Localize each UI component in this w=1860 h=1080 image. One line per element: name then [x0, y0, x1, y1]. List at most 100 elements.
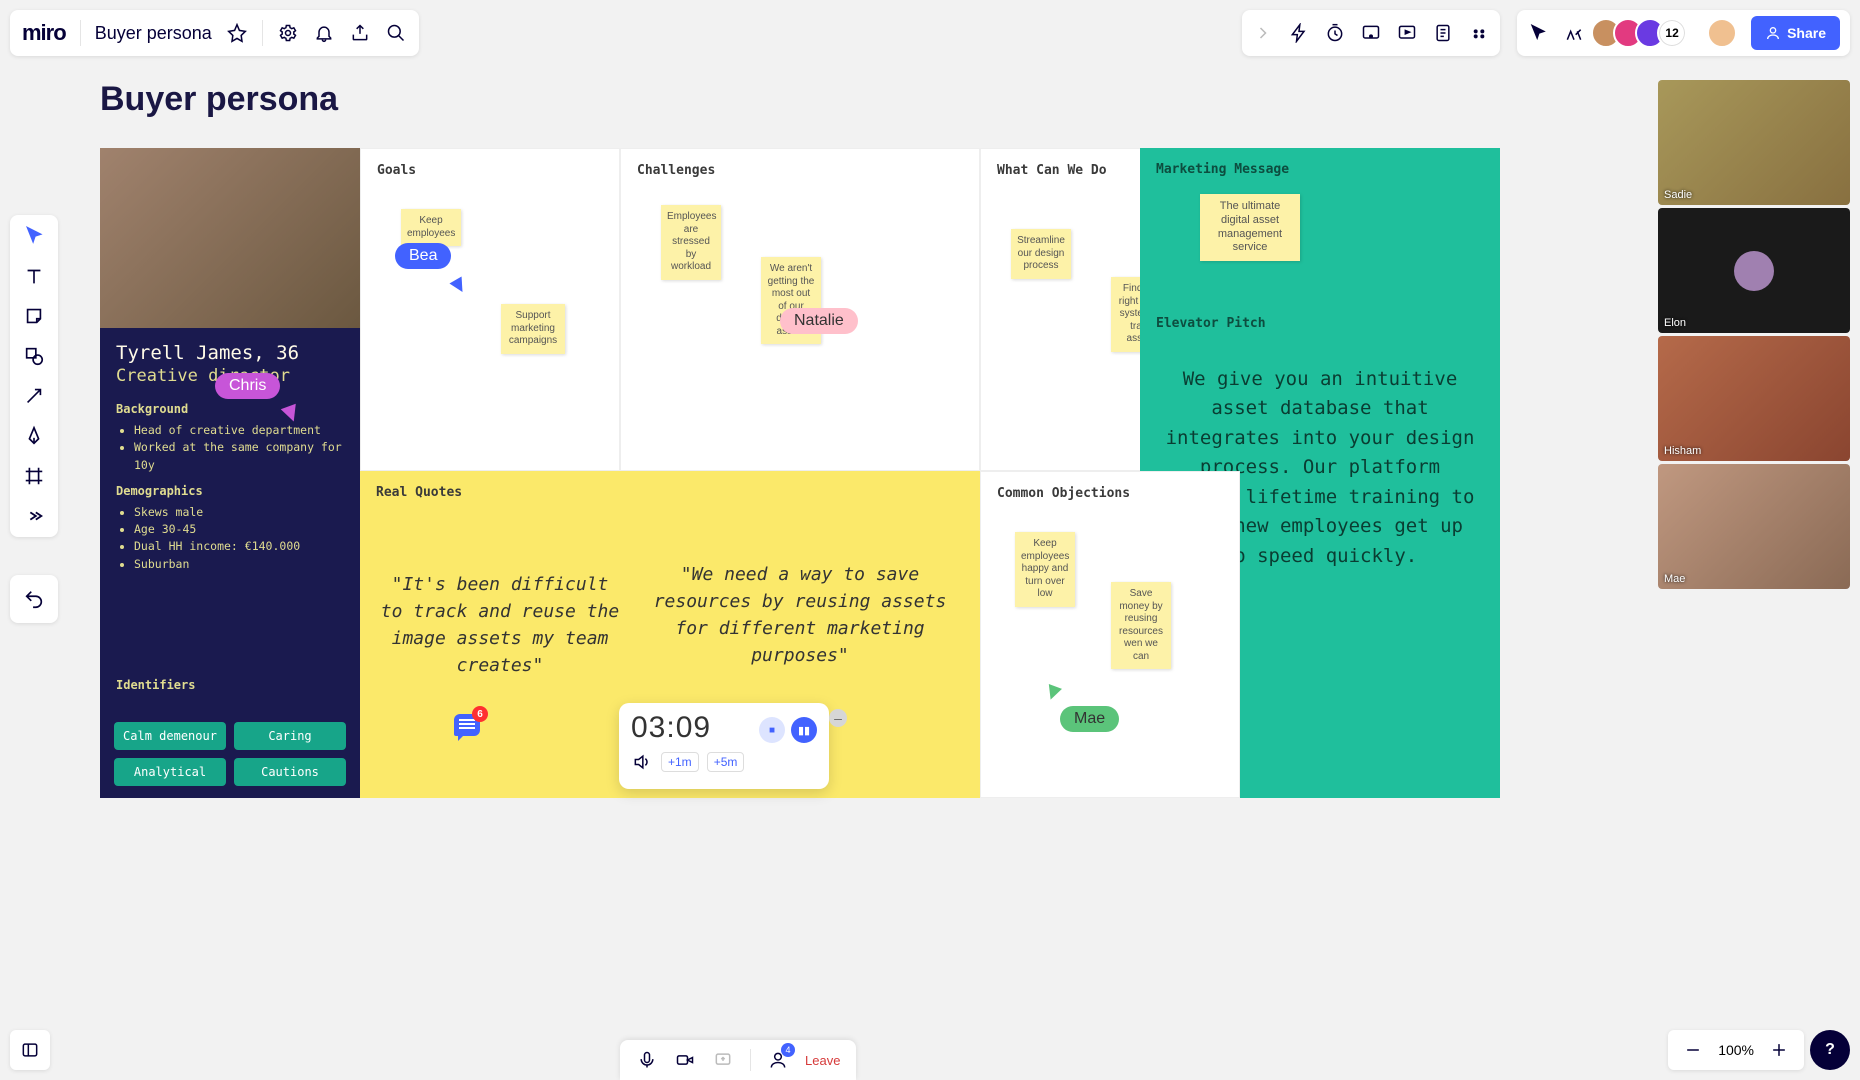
- cursor-natalie: Natalie: [780, 308, 858, 334]
- sound-icon[interactable]: [631, 751, 653, 773]
- quote: "It's been difficult to track and reuse …: [380, 571, 620, 679]
- mic-icon[interactable]: [636, 1049, 658, 1071]
- section-head: Goals: [361, 149, 619, 192]
- timer-pause-btn[interactable]: ▮▮: [791, 717, 817, 743]
- video-name: Sadie: [1664, 189, 1692, 201]
- sticky[interactable]: Employees are stressed by workload: [661, 205, 721, 280]
- export-icon[interactable]: [349, 22, 371, 44]
- section-head: Elevator Pitch: [1140, 302, 1500, 345]
- more-icon[interactable]: [1468, 22, 1490, 44]
- section-head: Common Objections: [981, 472, 1239, 515]
- settings-icon[interactable]: [277, 22, 299, 44]
- divider: [262, 20, 263, 46]
- chevron-right-icon[interactable]: [1252, 22, 1274, 44]
- persona-bg-head: Background: [116, 402, 344, 416]
- tag[interactable]: Calm demenour: [114, 722, 226, 750]
- share-button[interactable]: Share: [1751, 16, 1840, 50]
- video-icon[interactable]: [674, 1049, 696, 1071]
- tag[interactable]: Cautions: [234, 758, 346, 786]
- screen-icon[interactable]: [1360, 22, 1382, 44]
- divider: [80, 20, 81, 46]
- arrow-tool-icon[interactable]: [23, 385, 45, 407]
- zoom-level[interactable]: 100%: [1718, 1042, 1754, 1058]
- zoom-in-icon[interactable]: [1768, 1039, 1790, 1061]
- video-tile[interactable]: Elon: [1658, 208, 1850, 333]
- sticky[interactable]: The ultimate digital asset management se…: [1200, 194, 1300, 261]
- present-icon[interactable]: [1396, 22, 1418, 44]
- objections-section[interactable]: Common Objections Keep employees happy a…: [980, 471, 1240, 798]
- comment-count: 6: [472, 706, 488, 722]
- help-button[interactable]: ?: [1810, 1030, 1850, 1070]
- tag[interactable]: Analytical: [114, 758, 226, 786]
- cursor-bea: Bea: [395, 243, 451, 269]
- bell-icon[interactable]: [313, 22, 335, 44]
- cursor-mae: Mae: [1060, 706, 1119, 732]
- section-head: Challenges: [621, 149, 979, 192]
- sticky-tool-icon[interactable]: [23, 305, 45, 327]
- current-user-avatar[interactable]: [1707, 18, 1737, 48]
- board-title[interactable]: Buyer persona: [95, 23, 212, 44]
- pen-tool-icon[interactable]: [23, 425, 45, 447]
- timer-icon[interactable]: [1324, 22, 1346, 44]
- video-tile[interactable]: Hisham: [1658, 336, 1850, 461]
- timer-collapse-icon[interactable]: –: [829, 709, 847, 727]
- persona-name: Tyrell James, 36: [116, 342, 344, 364]
- panel-toggle-icon[interactable]: [10, 1030, 50, 1070]
- tag[interactable]: Caring: [234, 722, 346, 750]
- persona-card[interactable]: Tyrell James, 36 Creative director Backg…: [100, 148, 360, 798]
- search-icon[interactable]: [385, 22, 407, 44]
- bolt-icon[interactable]: [1288, 22, 1310, 44]
- text-tool-icon[interactable]: [23, 265, 45, 287]
- sticky[interactable]: Keep employees: [401, 209, 461, 246]
- sticky[interactable]: Keep employees happy and turn over low: [1015, 532, 1075, 607]
- divider: [750, 1049, 751, 1071]
- cursor-chris: Chris: [215, 373, 280, 399]
- shape-tool-icon[interactable]: [23, 345, 45, 367]
- star-icon[interactable]: [226, 22, 248, 44]
- miro-logo: miro: [22, 20, 66, 46]
- avatar: [1734, 251, 1774, 291]
- more-tools-icon[interactable]: [23, 505, 45, 527]
- reactions-icon[interactable]: [1563, 22, 1585, 44]
- quote: "We need a way to save resources by reus…: [650, 561, 950, 669]
- participants-icon[interactable]: 4: [767, 1049, 789, 1071]
- comment-indicator[interactable]: 6: [454, 714, 480, 736]
- left-toolbar: [10, 215, 58, 537]
- notes-icon[interactable]: [1432, 22, 1454, 44]
- leave-button[interactable]: Leave: [805, 1053, 840, 1068]
- page-title: Buyer persona: [100, 80, 338, 119]
- video-tile[interactable]: Sadie: [1658, 80, 1850, 205]
- board-canvas[interactable]: Tyrell James, 36 Creative director Backg…: [100, 148, 1400, 798]
- meeting-bar: 4 Leave: [620, 1040, 856, 1080]
- collaborator-avatars[interactable]: 12: [1599, 18, 1687, 48]
- persona-photo: [100, 148, 360, 328]
- persona-bg-list: Head of creative department Worked at th…: [116, 422, 344, 474]
- video-panel[interactable]: Sadie Elon Hisham Mae: [1658, 80, 1850, 589]
- avatar-overflow-count[interactable]: 12: [1657, 18, 1687, 48]
- screenshare-icon[interactable]: [712, 1049, 734, 1071]
- frame-tool-icon[interactable]: [23, 465, 45, 487]
- marketing-message-section[interactable]: Marketing Message The ultimate digital a…: [1140, 148, 1500, 302]
- persona-tags: Calm demenour Caring Analytical Cautions: [114, 722, 346, 786]
- timer-plus5[interactable]: +5m: [707, 752, 745, 772]
- participants-count: 4: [781, 1043, 795, 1057]
- cursor-icon[interactable]: [1527, 22, 1549, 44]
- timer-stop-btn[interactable]: ■: [759, 717, 785, 743]
- timer-widget[interactable]: – 03:09 ■ ▮▮ +1m +5m: [619, 703, 829, 789]
- goals-section[interactable]: Goals Keep employees Support marketing c…: [360, 148, 620, 471]
- persona-demo-list: Skews male Age 30-45 Dual HH income: €14…: [116, 504, 344, 573]
- timer-plus1[interactable]: +1m: [661, 752, 699, 772]
- zoom-out-icon[interactable]: [1682, 1039, 1704, 1061]
- sticky[interactable]: Save money by reusing resources wen we c…: [1111, 582, 1171, 669]
- section-head: Real Quotes: [360, 471, 980, 514]
- select-tool-icon[interactable]: [23, 225, 45, 247]
- undo-button[interactable]: [10, 575, 58, 623]
- persona-demo-head: Demographics: [116, 484, 344, 498]
- share-label: Share: [1787, 25, 1826, 41]
- sticky[interactable]: Support marketing campaigns: [501, 304, 565, 354]
- sticky[interactable]: Streamline our design process: [1011, 229, 1071, 279]
- video-name: Elon: [1664, 317, 1686, 329]
- video-name: Mae: [1664, 573, 1685, 585]
- video-tile[interactable]: Mae: [1658, 464, 1850, 589]
- video-name: Hisham: [1664, 445, 1701, 457]
